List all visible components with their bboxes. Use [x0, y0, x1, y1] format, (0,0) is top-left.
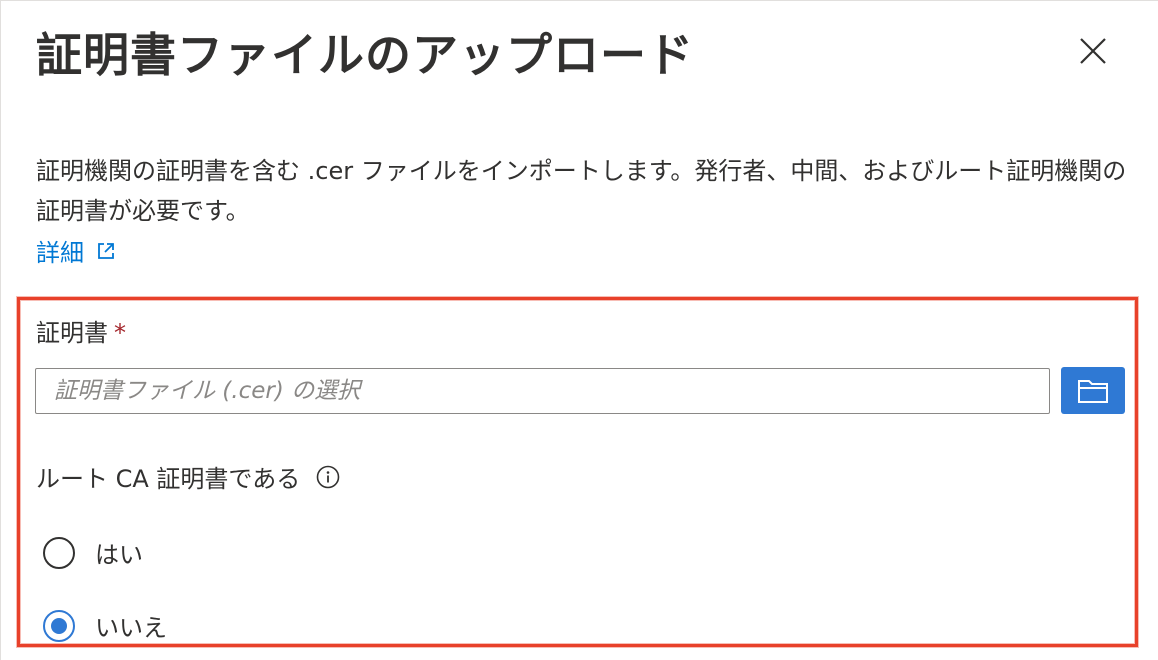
certificate-label-text: 証明書 [36, 319, 108, 347]
certificate-field-label: 証明書 * [36, 313, 126, 348]
required-marker: * [114, 319, 126, 347]
info-icon[interactable] [316, 465, 340, 489]
folder-icon [1078, 379, 1108, 403]
external-link-icon [98, 242, 114, 259]
browse-file-button[interactable] [1061, 367, 1125, 414]
radio-label-yes: はい [95, 541, 143, 569]
radio-label-no: いいえ [95, 614, 167, 642]
close-icon [1080, 38, 1106, 64]
learn-more-link[interactable]: 詳細 [36, 233, 116, 268]
radio-button-yes[interactable] [43, 536, 75, 569]
panel-description: 証明機関の証明書を含む .cer ファイルをインポートします。発行者、中間、およ… [36, 157, 1127, 225]
root-ca-label-text: ルート CA 証明書である [36, 465, 301, 493]
panel-title: 証明書ファイルのアップロード [36, 28, 694, 82]
close-button[interactable] [1075, 33, 1111, 69]
radio-option-no[interactable]: いいえ [43, 608, 167, 643]
root-ca-field-label: ルート CA 証明書である [36, 459, 340, 494]
learn-more-label: 詳細 [36, 239, 84, 267]
certificate-file-input[interactable] [35, 368, 1050, 414]
radio-option-yes[interactable]: はい [43, 535, 143, 570]
upload-certificate-panel: 証明書ファイルのアップロード 証明機関の証明書を含む .cer ファイルをインポ… [0, 0, 1158, 660]
radio-button-no[interactable] [43, 609, 75, 642]
